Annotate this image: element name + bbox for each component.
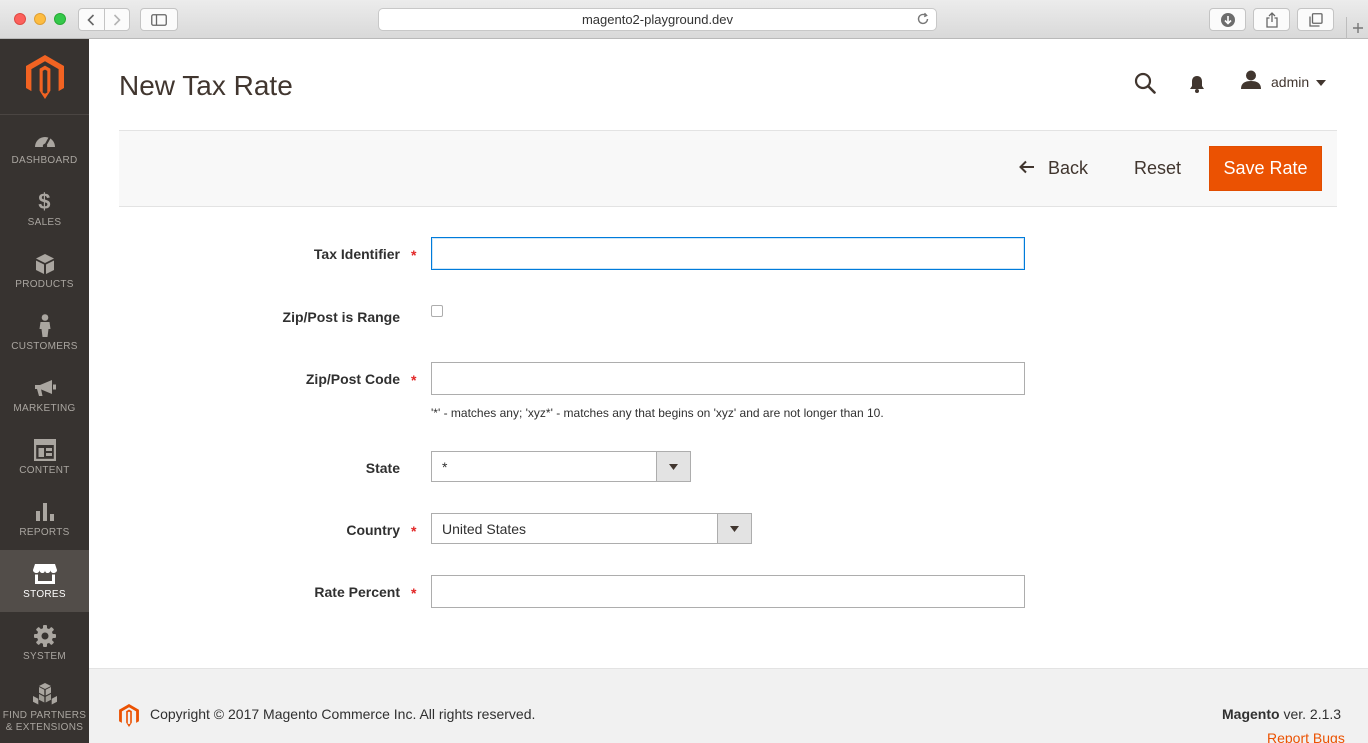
chevron-down-icon (1316, 73, 1327, 91)
dashboard-icon (33, 128, 57, 152)
search-icon[interactable] (1133, 71, 1157, 95)
save-rate-button[interactable]: Save Rate (1209, 146, 1322, 191)
close-window-button[interactable] (14, 13, 26, 25)
version-number: ver. 2.1.3 (1279, 706, 1342, 722)
zip-code-label: Zip/Post Code (305, 371, 400, 387)
page-title: New Tax Rate (119, 70, 293, 101)
copyright-text: Copyright © 2017 Magento Commerce Inc. A… (150, 706, 536, 722)
country-select[interactable]: United States (431, 513, 752, 544)
notifications-bell-icon[interactable] (1186, 73, 1208, 95)
dollar-icon: $ (38, 188, 51, 214)
admin-username: admin (1271, 74, 1310, 90)
sidebar-item-label: DASHBOARD (11, 154, 78, 166)
sidebar-item-label-line1: FIND PARTNERS (2, 710, 87, 721)
sidebar-item-label: SYSTEM (23, 650, 66, 662)
sidebar-item-label: STORES (23, 588, 66, 600)
history-nav (78, 8, 130, 31)
required-mark: * (411, 372, 417, 388)
share-icon[interactable] (1253, 8, 1290, 31)
bar-chart-icon (34, 500, 56, 524)
sidebar-item-system[interactable]: SYSTEM (0, 612, 89, 674)
sidebar-item-label: REPORTS (19, 526, 70, 538)
magento-logo-icon[interactable] (0, 39, 89, 115)
zip-code-note: '*' - matches any; 'xyz*' - matches any … (431, 406, 884, 420)
rate-percent-label: Rate Percent (314, 584, 400, 600)
cubes-icon (32, 683, 58, 707)
country-label: Country (346, 522, 400, 538)
sidebar-item-content[interactable]: CONTENT (0, 426, 89, 488)
arrow-left-icon (1018, 158, 1036, 179)
admin-sidebar: DASHBOARD $ SALES PRODUCTS CUSTOMERS MAR… (0, 39, 89, 743)
tax-identifier-label: Tax Identifier (313, 246, 400, 262)
back-icon[interactable] (79, 9, 104, 30)
box-icon (35, 252, 55, 276)
state-selected-value: * (442, 459, 448, 475)
minimize-window-button[interactable] (34, 13, 46, 25)
sidebar-item-label: CUSTOMERS (11, 340, 78, 352)
sidebar-item-label: CONTENT (19, 464, 70, 476)
country-selected-value: United States (442, 521, 527, 537)
user-avatar-icon (1240, 70, 1262, 95)
tax-identifier-input[interactable] (431, 237, 1025, 270)
required-mark: * (411, 247, 417, 263)
chevron-down-icon (656, 452, 690, 481)
sidebar-item-products[interactable]: PRODUCTS (0, 240, 89, 302)
report-bugs-link[interactable]: Report Bugs (1267, 730, 1345, 743)
zoom-window-button[interactable] (54, 13, 66, 25)
browser-toolbar: magento2-playground.dev (0, 0, 1368, 39)
back-button-label: Back (1048, 157, 1089, 178)
sidebar-item-label: MARKETING (13, 402, 76, 414)
reload-icon[interactable] (916, 12, 930, 29)
state-label: State (365, 460, 400, 476)
url-text: magento2-playground.dev (581, 12, 734, 27)
person-icon (38, 313, 52, 338)
zip-is-range-checkbox[interactable] (431, 305, 443, 317)
sidebar-item-customers[interactable]: CUSTOMERS (0, 302, 89, 364)
sidebar-toggle-icon[interactable] (140, 8, 178, 31)
sidebar-item-stores[interactable]: STORES (0, 550, 89, 612)
magento-version: Magento ver. 2.1.3 (1222, 706, 1341, 722)
sidebar-item-label: SALES (27, 216, 62, 228)
forward-icon[interactable] (103, 9, 130, 30)
sidebar-item-label-line2: & EXTENSIONS (5, 722, 84, 733)
megaphone-icon (33, 376, 57, 400)
sidebar-item-find-partners[interactable]: FIND PARTNERS & EXTENSIONS (0, 674, 89, 743)
back-button[interactable]: Back (1018, 156, 1088, 180)
zip-is-range-label: Zip/Post is Range (282, 309, 400, 325)
state-select[interactable]: * (431, 451, 691, 482)
new-tab-icon[interactable] (1346, 17, 1368, 39)
sidebar-item-dashboard[interactable]: DASHBOARD (0, 116, 89, 178)
required-mark: * (411, 585, 417, 601)
sidebar-item-label: PRODUCTS (15, 278, 74, 290)
tabs-icon[interactable] (1297, 8, 1334, 31)
brand-name: Magento (1222, 706, 1280, 722)
download-icon[interactable] (1209, 8, 1246, 31)
sidebar-item-marketing[interactable]: MARKETING (0, 364, 89, 426)
reset-button[interactable]: Reset (1134, 156, 1181, 180)
storefront-icon (32, 562, 58, 586)
layout-icon (33, 438, 56, 462)
admin-user-menu[interactable]: admin (1240, 70, 1327, 95)
chevron-down-icon (717, 514, 751, 543)
address-bar[interactable]: magento2-playground.dev (378, 8, 937, 31)
sidebar-item-reports[interactable]: REPORTS (0, 488, 89, 550)
sidebar-item-sales[interactable]: $ SALES (0, 178, 89, 240)
required-mark: * (411, 523, 417, 539)
magento-footer-logo-icon (119, 704, 139, 732)
rate-percent-input[interactable] (431, 575, 1025, 608)
gear-icon (33, 624, 57, 648)
zip-code-input[interactable] (431, 362, 1025, 395)
